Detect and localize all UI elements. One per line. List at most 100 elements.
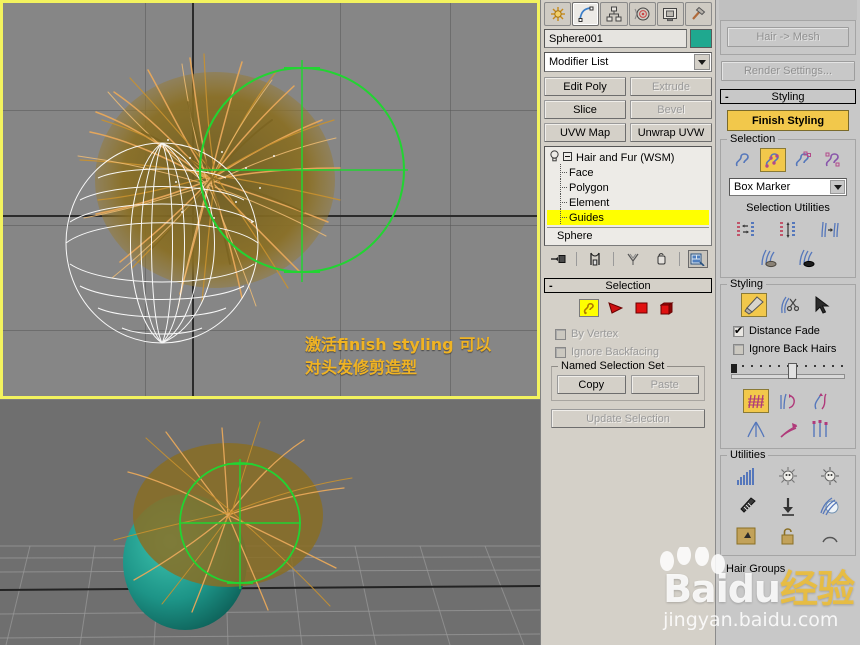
finish-styling-button[interactable]: Finish Styling [727, 110, 849, 131]
stack-item-sphere[interactable]: Sphere [547, 228, 709, 243]
create-tab[interactable] [544, 2, 572, 26]
collapse-icon[interactable]: - [549, 280, 553, 292]
ignore-back-hairs-checkbox[interactable] [733, 343, 744, 355]
hierarchy-icon [606, 6, 622, 22]
stack-item-label: Element [569, 196, 610, 209]
copy-button[interactable]: Copy [557, 375, 626, 394]
stack-item-label: Sphere [557, 229, 593, 242]
scale-brush-icon[interactable] [807, 417, 833, 441]
stack-item-hair-and-fur[interactable]: Hair and Fur (WSM) [547, 150, 709, 165]
modifier-list-dropdown[interactable]: Modifier List [544, 52, 712, 72]
pop-selected-icon[interactable] [817, 464, 843, 488]
rotate-selection-icon[interactable] [775, 218, 801, 242]
hair-groups-lock-icon[interactable] [733, 524, 759, 548]
slider-min-marker [731, 364, 737, 373]
stack-item-label: Guides [569, 211, 604, 224]
modify-tab[interactable] [572, 2, 600, 26]
selection-rollout-body: By Vertex Ignore Backfacing Named Select… [544, 293, 712, 434]
select-whole-guide-icon[interactable] [760, 148, 786, 172]
modifier-button-row-1: Edit Poly Extrude [544, 77, 712, 96]
puff-roots-brush-icon[interactable] [807, 389, 833, 413]
styling-utilities-group: Utilities [720, 449, 856, 556]
face-selection-icon[interactable] [605, 299, 625, 317]
hair-select-icon[interactable] [809, 293, 835, 317]
display-tab[interactable] [656, 2, 684, 26]
collapse-icon[interactable]: - [725, 91, 729, 103]
pop-zero-sized-icon[interactable] [775, 464, 801, 488]
hide-selected-icon[interactable] [756, 246, 782, 270]
stand-brush-icon[interactable] [775, 389, 801, 413]
object-name-field[interactable]: Sphere001 [544, 29, 687, 48]
styling-tool-icons [727, 293, 849, 317]
show-end-result-icon[interactable] [585, 250, 605, 268]
stack-item-element[interactable]: Element [547, 194, 709, 210]
chevron-down-icon[interactable] [830, 180, 845, 194]
hierarchy-tab[interactable] [600, 2, 628, 26]
stack-item-polygon[interactable]: Polygon [547, 179, 709, 195]
slider-thumb[interactable] [788, 363, 797, 379]
hair-attribute-chart-icon[interactable] [733, 464, 759, 488]
selection-rollout: - Selection By Vertex Ignore Backfacing … [544, 278, 712, 434]
selection-rollout-header[interactable]: - Selection [544, 278, 712, 293]
clump-brush-icon[interactable] [743, 417, 769, 441]
hammer-icon [692, 6, 706, 20]
ignore-backfacing-checkbox [555, 346, 566, 358]
show-hidden-icon[interactable] [794, 246, 820, 270]
expand-selection-icon[interactable] [817, 218, 843, 242]
object-color-swatch[interactable] [690, 29, 712, 48]
uvw-map-button[interactable]: UVW Map [544, 123, 626, 142]
remove-modifier-icon[interactable] [651, 250, 671, 268]
light-bulb-icon[interactable] [549, 150, 560, 165]
select-guide-vertices-icon[interactable] [790, 148, 816, 172]
select-guide-by-roots-icon[interactable] [820, 148, 846, 172]
rotate-brush-icon[interactable] [775, 417, 801, 441]
selection-mode-icons [727, 148, 849, 172]
perspective-shaded-viewport[interactable] [0, 400, 540, 645]
reset-rest-icon[interactable] [775, 494, 801, 518]
stack-item-face[interactable]: Face [547, 164, 709, 180]
annotation-text: 激活finish styling 可以 对头发修剪造型 [305, 333, 491, 379]
marker-type-dropdown[interactable]: Box Marker [729, 178, 847, 196]
chevron-down-icon[interactable] [694, 54, 710, 70]
element-selection-icon[interactable] [657, 299, 677, 317]
selection-rollout-title: Selection [605, 279, 651, 292]
unwrap-uvw-button[interactable]: Unwrap UVW [630, 123, 712, 142]
selection-utilities-label: Selection Utilities [746, 202, 830, 214]
hair-unlock-icon[interactable] [775, 524, 801, 548]
translate-brush-icon[interactable] [743, 389, 769, 413]
named-selection-set-group: Named Selection Set Copy Paste [551, 360, 705, 401]
brush-size-slider[interactable] [731, 363, 845, 381]
perspective-hair-viewport[interactable]: 激活finish styling 可以 对头发修剪造型 [0, 0, 540, 399]
select-hair-by-ends-icon[interactable] [730, 148, 756, 172]
modifier-button-row-2: Slice Bevel [544, 100, 712, 119]
configure-modifier-sets-icon[interactable] [687, 250, 708, 268]
motion-tab[interactable] [628, 2, 656, 26]
hair-root-icon[interactable] [817, 524, 843, 548]
star-icon [550, 7, 565, 21]
hair-cut-icon[interactable] [775, 293, 801, 317]
pin-stack-icon[interactable] [548, 250, 568, 268]
styling-rollout-header[interactable]: - Styling [720, 89, 856, 104]
invert-selection-icon[interactable] [733, 218, 759, 242]
utilities-tab[interactable] [684, 2, 713, 26]
modifier-stack[interactable]: Hair and Fur (WSM) Face Polygon Element … [544, 146, 712, 246]
comb-hair-icon[interactable] [733, 494, 759, 518]
guide-selection-gizmo [192, 58, 412, 291]
expander-icon[interactable] [563, 151, 572, 164]
make-unique-icon[interactable] [623, 250, 643, 268]
edit-poly-button[interactable]: Edit Poly [544, 77, 626, 96]
modifier-button-row-3: UVW Map Unwrap UVW [544, 123, 712, 142]
polygon-selection-icon[interactable] [631, 299, 651, 317]
utilities-icons-row-3 [727, 524, 849, 548]
hair-and-fur-panel: Hair -> Mesh Render Settings... - Stylin… [715, 0, 860, 645]
slice-button[interactable]: Slice [544, 100, 626, 119]
object-name-row: Sphere001 [544, 29, 712, 48]
toggle-collision-icon[interactable] [817, 494, 843, 518]
hair-brush-icon[interactable] [741, 293, 767, 317]
guides-selection-icon[interactable] [579, 299, 599, 317]
selection-utility-icons-row-2 [727, 246, 849, 270]
distance-fade-checkbox[interactable] [733, 324, 744, 337]
named-selection-set-label: Named Selection Set [558, 360, 668, 372]
styling-tools-label: Styling [727, 278, 767, 290]
stack-item-guides[interactable]: Guides [547, 209, 709, 225]
